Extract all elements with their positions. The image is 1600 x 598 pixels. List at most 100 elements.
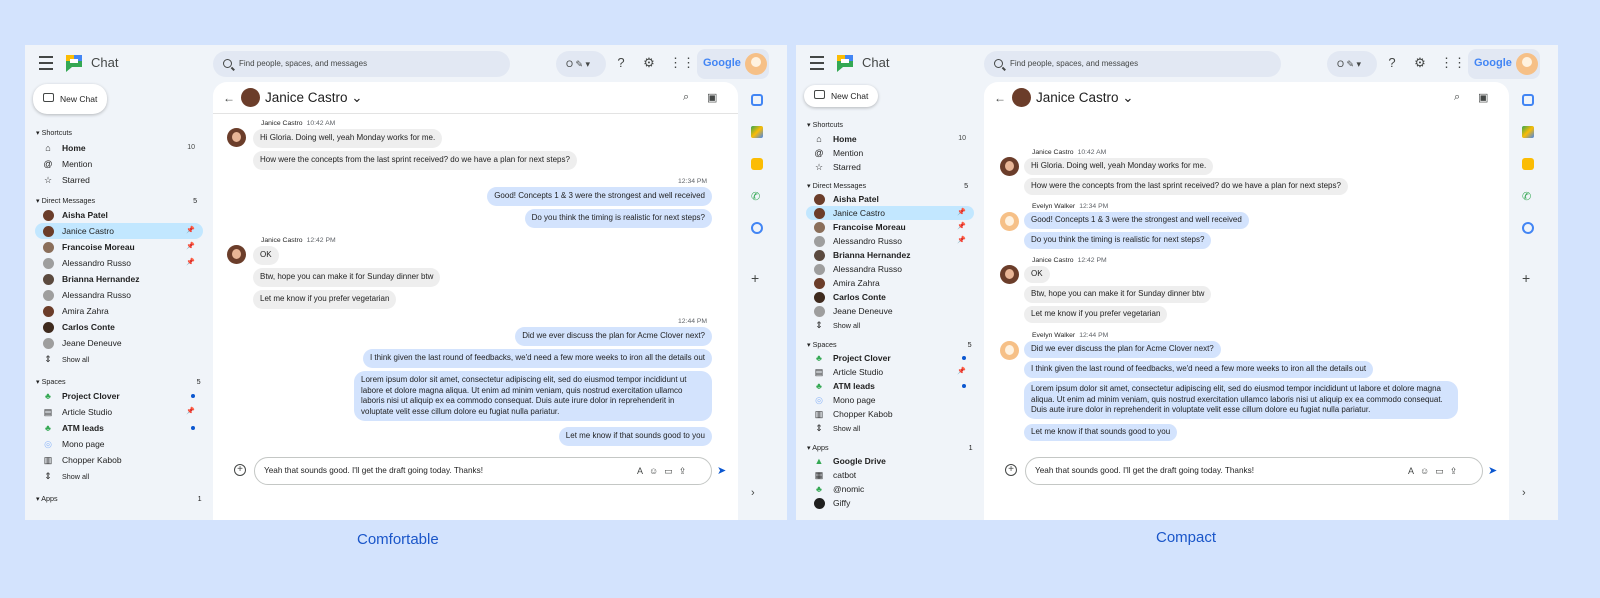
menu-icon[interactable] <box>810 56 824 70</box>
gear-icon[interactable]: ⚙ <box>1412 55 1428 71</box>
voice-icon[interactable]: ✆ <box>751 190 763 203</box>
sidebar-item-space[interactable]: ▥ Chopper Kabob <box>35 452 203 468</box>
sidebar-item-dm[interactable]: Alessandra Russo <box>806 262 974 276</box>
sidebar-item-app[interactable]: ▦ catbot <box>806 468 974 482</box>
new-chat-button[interactable]: New Chat <box>33 84 107 114</box>
sidebar-item-space[interactable]: ♣ Project Clover <box>806 351 974 365</box>
show-all-spaces[interactable]: ⇕ Show all <box>35 468 203 484</box>
section-shortcuts[interactable]: ▾ Shortcuts <box>807 120 843 129</box>
show-all-spaces[interactable]: ⇕ Show all <box>806 421 974 435</box>
section-spaces[interactable]: ▾ Spaces 5 <box>807 340 972 349</box>
search-input[interactable]: Find people, spaces, and messages <box>213 51 510 77</box>
add-attachment-icon[interactable]: + <box>234 464 246 476</box>
pin-icon[interactable]: 📌 <box>186 407 195 415</box>
sidebar-item-dm[interactable]: Amira Zahra <box>806 276 974 290</box>
gear-icon[interactable]: ⚙ <box>641 55 657 71</box>
keep-icon[interactable] <box>1522 158 1534 170</box>
pin-icon[interactable]: 📌 <box>957 222 966 230</box>
chevron-right-icon[interactable]: › <box>1522 487 1526 499</box>
sidebar-item-dm[interactable]: Alessandro Russo 📌 <box>35 255 203 271</box>
sidebar-item-starred[interactable]: ☆ Starred <box>35 172 203 188</box>
sidebar-item-space[interactable]: ▥ Chopper Kabob <box>806 407 974 421</box>
chevron-right-icon[interactable]: › <box>751 487 755 499</box>
sidebar-item-app[interactable]: Giffy <box>806 496 974 510</box>
sidebar-item-space[interactable]: ▤ Article Studio 📌 <box>806 365 974 379</box>
back-arrow-icon[interactable]: ← <box>994 91 1006 105</box>
pin-icon[interactable]: 📌 <box>957 208 966 216</box>
drive-icon[interactable] <box>1522 126 1534 138</box>
section-direct-messages[interactable]: ▾ Direct Messages 5 <box>36 196 197 205</box>
apps-grid-icon[interactable]: ⋮⋮ <box>1440 55 1466 71</box>
composer-tools[interactable]: A☺▭⇪ <box>1408 466 1463 477</box>
sidebar-item-dm[interactable]: Jeane Deneuve <box>806 304 974 318</box>
tasks-icon[interactable] <box>1522 222 1534 234</box>
section-direct-messages[interactable]: ▾ Direct Messages 5 <box>807 181 968 190</box>
send-icon[interactable]: ➤ <box>717 464 726 477</box>
show-all-dm[interactable]: ⇕ Show all <box>35 351 203 367</box>
help-icon[interactable]: ? <box>1384 55 1400 71</box>
chat-title[interactable]: Janice Castro ⌄ <box>265 90 363 106</box>
sidebar-item-dm[interactable]: Aisha Patel <box>35 207 203 223</box>
section-spaces[interactable]: ▾ Spaces 5 <box>36 377 201 386</box>
pin-icon[interactable]: 📌 <box>957 367 966 375</box>
composer-tools[interactable]: A☺▭⇪ <box>637 466 692 477</box>
sidebar-item-starred[interactable]: ☆ Starred <box>806 160 974 174</box>
avatar[interactable] <box>1516 53 1538 75</box>
send-icon[interactable]: ➤ <box>1488 464 1497 477</box>
calendar-icon[interactable] <box>1522 94 1534 106</box>
sidebar-item-dm[interactable]: Janice Castro 📌 <box>806 206 974 220</box>
sidebar-item-dm[interactable]: Janice Castro 📌 <box>35 223 203 239</box>
sidebar-item-home[interactable]: ⌂ Home 10 <box>806 132 974 146</box>
sidebar-item-dm[interactable]: Carlos Conte <box>806 290 974 304</box>
status-selector[interactable]: O ✎ ▾ <box>1327 51 1377 77</box>
add-app-icon[interactable]: + <box>751 270 763 286</box>
apps-grid-icon[interactable]: ⋮⋮ <box>669 55 695 71</box>
sidebar-item-dm[interactable]: Brianna Hernandez <box>35 271 203 287</box>
section-apps[interactable]: ▾ Apps 1 <box>807 443 973 452</box>
search-icon[interactable]: ⌕ <box>1454 91 1460 104</box>
calendar-icon[interactable] <box>751 94 763 106</box>
menu-icon[interactable] <box>39 56 53 70</box>
sidebar-item-dm[interactable]: Brianna Hernandez <box>806 248 974 262</box>
section-shortcuts[interactable]: ▾ Shortcuts <box>36 128 72 137</box>
sidebar-item-mention[interactable]: @ Mention <box>35 156 203 172</box>
avatar[interactable] <box>745 53 767 75</box>
chat-title[interactable]: Janice Castro ⌄ <box>1036 90 1134 106</box>
sidebar-item-dm[interactable]: Francoise Moreau 📌 <box>35 239 203 255</box>
sidebar-item-space[interactable]: ◎ Mono page <box>35 436 203 452</box>
sidebar-item-mention[interactable]: @ Mention <box>806 146 974 160</box>
back-arrow-icon[interactable]: ← <box>223 91 235 105</box>
sidebar-item-dm[interactable]: Francoise Moreau 📌 <box>806 220 974 234</box>
search-input[interactable]: Find people, spaces, and messages <box>984 51 1281 77</box>
tasks-icon[interactable] <box>751 222 763 234</box>
status-selector[interactable]: O ✎ ▾ <box>556 51 606 77</box>
voice-icon[interactable]: ✆ <box>1522 190 1534 203</box>
sidebar-item-dm[interactable]: Alessandra Russo <box>35 287 203 303</box>
account-box[interactable]: Google <box>697 49 769 79</box>
sidebar-item-home[interactable]: ⌂ Home 10 <box>35 140 203 156</box>
sidebar-item-dm[interactable]: Jeane Deneuve <box>35 335 203 351</box>
show-all-dm[interactable]: ⇕ Show all <box>806 318 974 332</box>
sidebar-item-space[interactable]: ♣ ATM leads <box>806 379 974 393</box>
sidebar-item-space[interactable]: ▤ Article Studio 📌 <box>35 404 203 420</box>
search-icon[interactable]: ⌕ <box>683 91 689 104</box>
pin-icon[interactable]: 📌 <box>186 258 195 266</box>
pin-icon[interactable]: 📌 <box>957 236 966 244</box>
help-icon[interactable]: ? <box>613 55 629 71</box>
add-attachment-icon[interactable]: + <box>1005 464 1017 476</box>
new-chat-button[interactable]: New Chat <box>804 85 878 107</box>
sidebar-item-dm[interactable]: Carlos Conte <box>35 319 203 335</box>
sidebar-item-space[interactable]: ♣ ATM leads <box>35 420 203 436</box>
add-app-icon[interactable]: + <box>1522 270 1534 286</box>
picture-in-picture-icon[interactable]: ▣ <box>1478 91 1488 104</box>
sidebar-item-dm[interactable]: Amira Zahra <box>35 303 203 319</box>
section-apps[interactable]: ▾ Apps 1 <box>36 494 202 503</box>
sidebar-item-app[interactable]: ♣ @nomic <box>806 482 974 496</box>
pin-icon[interactable]: 📌 <box>186 242 195 250</box>
keep-icon[interactable] <box>751 158 763 170</box>
pin-icon[interactable]: 📌 <box>186 226 195 234</box>
sidebar-item-space[interactable]: ◎ Mono page <box>806 393 974 407</box>
sidebar-item-dm[interactable]: Aisha Patel <box>806 192 974 206</box>
sidebar-item-dm[interactable]: Alessandro Russo 📌 <box>806 234 974 248</box>
account-box[interactable]: Google <box>1468 49 1540 79</box>
